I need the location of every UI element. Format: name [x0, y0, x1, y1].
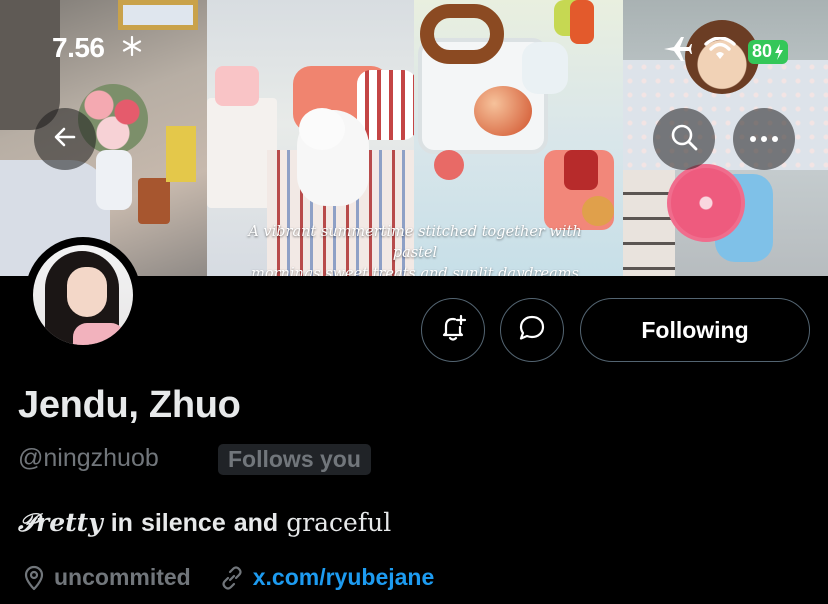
bio-word-in: in	[110, 509, 133, 537]
banner-caption-line-2: mornings sweet treats and sunlit daydrea…	[251, 266, 579, 276]
message-bubble-icon	[517, 313, 547, 348]
profile-bio: 𝒫retty in silence and graceful	[18, 508, 391, 538]
link-icon	[219, 565, 245, 591]
following-button[interactable]: Following	[580, 298, 810, 362]
bio-word-pretty: 𝒫retty	[18, 508, 103, 537]
airplane-icon	[662, 36, 692, 67]
avatar-photo	[33, 245, 133, 345]
status-time: 7.56	[52, 32, 105, 63]
status-icons: 80	[662, 36, 788, 67]
more-horizontal-icon	[749, 130, 779, 148]
bio-word-graceful: graceful	[286, 508, 392, 537]
website-link[interactable]: x.com/ryubejane	[253, 564, 435, 591]
wifi-icon	[704, 36, 736, 66]
message-button[interactable]	[500, 298, 564, 362]
location-pin-icon	[22, 565, 46, 591]
banner-caption: A vibrant summertime stitched together w…	[230, 222, 600, 276]
snowflake-icon	[122, 35, 142, 62]
profile-avatar[interactable]	[25, 237, 141, 353]
username-handle: @ningzhuob	[18, 444, 159, 472]
search-icon	[669, 122, 699, 157]
profile-meta: uncommited x.com/ryubejane	[22, 564, 434, 591]
battery-level: 80	[751, 41, 772, 61]
more-options-button[interactable]	[733, 108, 795, 170]
bell-plus-icon	[438, 313, 468, 348]
display-name: Jendu, Zhuo	[18, 384, 241, 426]
follows-you-badge: Follows you	[218, 444, 371, 475]
location-text: uncommited	[54, 564, 191, 590]
bio-word-and: and	[233, 509, 279, 537]
battery-icon: 80	[747, 39, 788, 64]
bio-word-silence: silence	[140, 509, 226, 537]
search-button[interactable]	[653, 108, 715, 170]
back-button[interactable]	[34, 108, 96, 170]
banner-caption-line-1: A vibrant summertime stitched together w…	[248, 224, 582, 261]
notifications-button[interactable]	[421, 298, 485, 362]
arrow-left-icon	[52, 124, 78, 155]
